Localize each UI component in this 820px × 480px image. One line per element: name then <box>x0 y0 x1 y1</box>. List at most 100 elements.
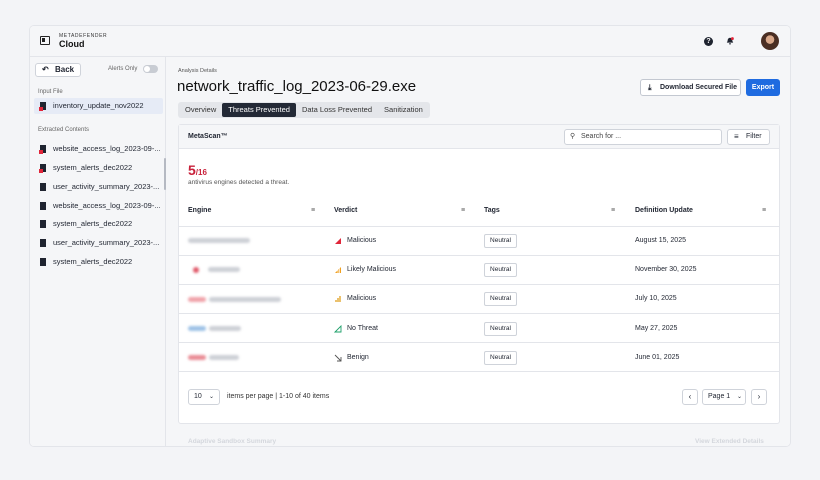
no-threat-icon <box>334 325 342 333</box>
chevron-down-icon: ⌄ <box>737 394 743 400</box>
back-button[interactable]: ↶ Back <box>35 63 81 77</box>
app-window: METADEFENDER Cloud ? ↶ Back Alerts Only … <box>30 26 790 446</box>
sandbox-summary-heading: Adaptive Sandbox Summary <box>188 438 277 445</box>
bell-icon[interactable] <box>726 37 734 45</box>
malicious-icon <box>335 296 341 302</box>
page-select[interactable]: Page 1 ⌄ <box>702 389 746 405</box>
file-name: system_alerts_dec2022 <box>53 219 133 228</box>
items-per-page-label: items per page <box>227 393 274 400</box>
download-secured-file-button[interactable]: ⤓ Download Secured File <box>640 79 741 96</box>
column-header-tags[interactable]: Tags <box>484 207 500 214</box>
input-file-item[interactable]: inventory_update_nov2022 <box>34 98 163 114</box>
divider <box>179 284 779 285</box>
tab-data-loss-prevented[interactable]: Data Loss Prevented <box>296 103 378 117</box>
verdict: No Threat <box>347 325 378 332</box>
extracted-item[interactable]: user_activity_summary_2023-... <box>30 179 163 195</box>
engine-name-redacted <box>209 326 241 331</box>
engine-name-redacted <box>209 355 239 360</box>
verdict: Malicious <box>347 237 377 244</box>
top-bar: METADEFENDER Cloud ? <box>30 26 790 57</box>
file-threat-icon <box>39 145 46 154</box>
engine-name-redacted <box>208 267 240 272</box>
extracted-item[interactable]: system_alerts_dec2022 <box>30 216 163 232</box>
definition-date: July 10, 2025 <box>635 295 677 302</box>
download-label: Download Secured File <box>660 84 738 91</box>
range-label: 1-10 of 40 items <box>279 393 330 400</box>
definition-date: June 01, 2025 <box>635 354 680 361</box>
engine-logo-redacted <box>193 267 199 273</box>
sidebar-toggle-icon[interactable] <box>40 36 50 45</box>
column-menu-icon[interactable]: ≡ <box>311 207 315 214</box>
search-input[interactable]: ⚲ Search for ... <box>564 129 722 145</box>
alerts-only-toggle[interactable] <box>143 65 158 73</box>
card-header: MetaScan™ ⚲ Search for ... ≡ Filter <box>179 125 779 149</box>
tab-sanitization[interactable]: Sanitization <box>378 103 429 117</box>
extracted-item[interactable]: user_activity_summary_2023-... <box>30 235 163 251</box>
file-name: website_access_log_2023-09-... <box>53 201 161 210</box>
file-icon <box>40 258 46 266</box>
metascan-title: MetaScan™ <box>188 133 228 140</box>
main-panel: Analysis Details network_traffic_log_202… <box>166 57 790 446</box>
tag-badge: Neutral <box>484 263 517 277</box>
engine-name-redacted <box>209 297 281 302</box>
column-header-verdict[interactable]: Verdict <box>334 207 357 214</box>
export-button[interactable]: Export <box>746 79 780 96</box>
items-per-page-select[interactable]: 10 ⌄ <box>188 389 220 405</box>
benign-icon <box>334 354 342 362</box>
brand-name: Cloud <box>59 39 85 49</box>
search-placeholder: Search for ... <box>581 133 622 140</box>
items-per-page-text: items per page | 1-10 of 40 items <box>227 393 330 400</box>
help-icon[interactable]: ? <box>704 37 713 46</box>
download-icon: ⤓ <box>648 83 652 92</box>
page-title: network_traffic_log_2023-06-29.exe <box>177 78 417 95</box>
divider <box>179 226 779 227</box>
breadcrumb: Analysis Details <box>178 68 217 74</box>
chevron-down-icon: ⌄ <box>209 394 215 400</box>
file-icon <box>40 239 46 247</box>
avatar[interactable] <box>761 32 779 50</box>
tab-threats-prevented[interactable]: Threats Prevented <box>222 103 296 117</box>
divider <box>179 342 779 343</box>
divider <box>179 255 779 256</box>
file-icon <box>40 183 46 191</box>
column-header-definition-update[interactable]: Definition Update <box>635 207 693 214</box>
engine-logo-redacted <box>188 326 206 331</box>
file-name: system_alerts_dec2022 <box>53 163 133 172</box>
column-header-engine[interactable]: Engine <box>188 207 211 214</box>
column-menu-icon[interactable]: ≡ <box>611 207 615 214</box>
extracted-item[interactable]: website_access_log_2023-09-... <box>30 141 163 157</box>
file-threat-icon <box>39 102 46 111</box>
extracted-item[interactable]: website_access_log_2023-09-... <box>30 198 163 214</box>
alerts-only-label: Alerts Only <box>108 66 138 72</box>
verdict: Benign <box>347 354 369 361</box>
definition-date: August 15, 2025 <box>635 237 686 244</box>
divider <box>179 313 779 314</box>
extracted-item[interactable]: system_alerts_dec2022 <box>30 254 163 270</box>
filter-label: Filter <box>746 133 762 140</box>
sidebar: ↶ Back Alerts Only Input File inventory_… <box>30 57 166 446</box>
file-name: system_alerts_dec2022 <box>53 257 133 266</box>
engine-logo-redacted <box>188 297 206 302</box>
verdict: Likely Malicious <box>347 266 397 273</box>
column-menu-icon[interactable]: ≡ <box>461 207 465 214</box>
page-label: Page 1 <box>708 393 731 400</box>
extracted-contents-label: Extracted Contents <box>38 127 90 133</box>
next-page-button[interactable]: › <box>751 389 767 405</box>
filter-button[interactable]: ≡ Filter <box>727 129 770 145</box>
file-name: website_access_log_2023-09-... <box>53 144 161 153</box>
tag-badge: Neutral <box>484 351 517 365</box>
back-label: Back <box>55 65 75 74</box>
engine-logo-redacted <box>188 355 206 360</box>
file-icon <box>40 220 46 228</box>
view-extended-details-link[interactable]: View Extended Details <box>695 438 764 445</box>
extracted-item[interactable]: system_alerts_dec2022 <box>30 160 163 176</box>
prev-page-button[interactable]: ‹ <box>682 389 698 405</box>
tab-overview[interactable]: Overview <box>179 103 222 117</box>
tab-bar: Overview Threats Prevented Data Loss Pre… <box>178 102 430 118</box>
detected-count: 5 <box>188 162 196 178</box>
column-menu-icon[interactable]: ≡ <box>762 207 766 214</box>
definition-date: November 30, 2025 <box>635 266 697 273</box>
tag-badge: Neutral <box>484 234 517 248</box>
back-arrow-icon: ↶ <box>42 65 49 74</box>
total-count: /16 <box>195 168 207 177</box>
